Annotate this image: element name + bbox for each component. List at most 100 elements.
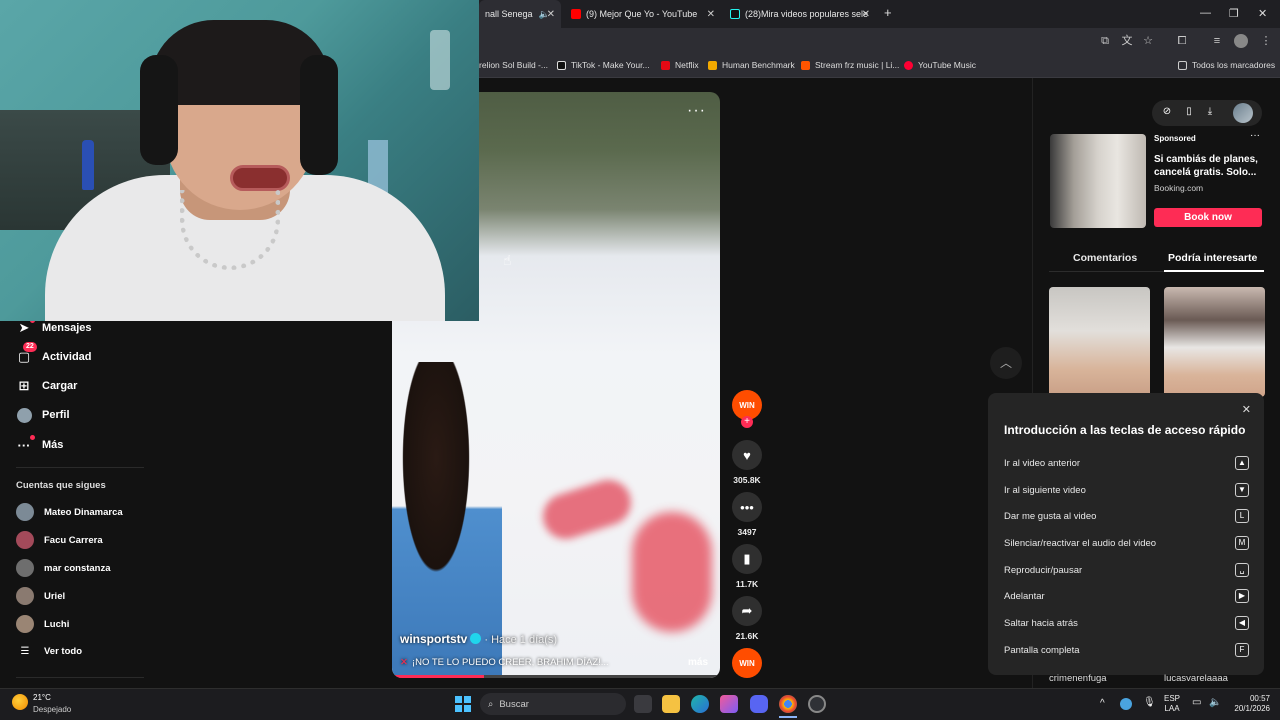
tab-youtube[interactable]: (9) Mejor Que Yo - YouTube ✕ <box>565 4 721 24</box>
close-icon[interactable]: ✕ <box>1242 403 1251 416</box>
bookmark-netflix[interactable]: Netflix <box>661 60 699 70</box>
restore-icon[interactable]: ❐ <box>1229 7 1239 20</box>
close-icon[interactable]: ✕ <box>707 9 715 20</box>
chevron-up-icon[interactable]: ^ <box>1100 699 1105 709</box>
bookmark-label: relion Sol Build -... <box>479 60 548 70</box>
avatar[interactable] <box>1233 103 1253 123</box>
person-mouth <box>230 165 290 191</box>
onedrive-icon[interactable] <box>1120 698 1132 710</box>
sidebar-item-messages[interactable]: ➤ Mensajes <box>16 318 92 336</box>
suggested-video-thumb[interactable] <box>1049 287 1150 397</box>
book-now-button[interactable]: Book now <box>1154 208 1262 227</box>
shortcuts-title: Introducción a las teclas de acceso rápi… <box>1004 423 1246 437</box>
weather-icon[interactable] <box>12 694 28 710</box>
save-count: 11.7K <box>735 579 759 589</box>
video-progress-bar[interactable] <box>392 675 720 678</box>
video-caption: ✕ ¡NO TE LO PUEDO CREER, BRAHIM DÍAZ!... <box>400 657 609 668</box>
volume-icon[interactable]: 🔈 <box>1209 698 1221 708</box>
edge-icon[interactable] <box>691 695 709 713</box>
photos-icon[interactable] <box>720 695 738 713</box>
sidebar-item-activity[interactable]: ▢ 22 Actividad <box>16 342 92 365</box>
more-options-icon[interactable]: ··· <box>687 102 706 120</box>
following-item[interactable]: mar constanza <box>16 559 111 577</box>
following-name: Uriel <box>44 590 66 602</box>
headphone-left <box>140 55 178 165</box>
new-tab-button[interactable]: + <box>884 5 892 20</box>
menu-icon[interactable]: ⋮ <box>1259 34 1273 48</box>
suggested-video-thumb[interactable] <box>1164 287 1265 397</box>
bookmark-label: TikTok - Make Your... <box>571 60 650 70</box>
task-view-icon[interactable] <box>634 695 652 713</box>
caption-text: ¡NO TE LO PUEDO CREER, BRAHIM DÍAZ!... <box>411 657 609 668</box>
like-button[interactable]: ♥ 305.8K <box>731 440 763 485</box>
close-icon[interactable]: ✕ <box>547 9 555 20</box>
shortcut-label: Adelantar <box>1004 591 1045 602</box>
install-icon[interactable]: ⧉ <box>1098 34 1112 48</box>
weather-temp[interactable]: 21°C <box>33 693 51 702</box>
minimize-icon[interactable]: — <box>1200 7 1211 19</box>
following-name: Mateo Dinamarca <box>44 506 123 518</box>
media-icon[interactable]: ≡ <box>1210 34 1224 48</box>
steam-icon[interactable] <box>808 695 826 713</box>
clock[interactable]: 00:57 20/1/2026 <box>1226 694 1270 714</box>
sidebar-item-profile[interactable]: Perfil <box>16 407 70 423</box>
save-button[interactable]: ▮ 11.7K <box>731 544 763 589</box>
sidebar-item-more[interactable]: ··· Más <box>16 435 64 453</box>
following-item[interactable]: Mateo Dinamarca <box>16 503 123 521</box>
translate-icon[interactable]: 文 <box>1120 34 1134 48</box>
sidebar-item-upload[interactable]: ⊞ Cargar <box>16 378 78 394</box>
see-all-link[interactable]: ☰ Ver todo <box>16 646 83 657</box>
suggested-author[interactable]: lucasvarelaaaa <box>1164 673 1228 684</box>
tab-suggestions[interactable]: Podría interesarte <box>1168 252 1257 264</box>
compass-icon[interactable]: ⊘ <box>1160 106 1174 117</box>
window-close-icon[interactable]: ✕ <box>1258 7 1267 20</box>
bookmark-soundcloud[interactable]: Stream frz music | Li... <box>801 60 899 70</box>
ad-title[interactable]: Si cambiás de planes, cancelá gratis. So… <box>1154 153 1260 179</box>
star-icon[interactable]: ☆ <box>1141 34 1155 48</box>
all-bookmarks[interactable]: Todos los marcadores <box>1178 60 1275 70</box>
chrome-icon[interactable] <box>779 695 797 713</box>
bookmark-youtube-music[interactable]: YouTube Music <box>904 60 976 70</box>
bookmark-human-benchmark[interactable]: Human Benchmark <box>708 60 795 70</box>
ad-more-icon[interactable]: ··· <box>1250 130 1260 141</box>
bookmark-tiktok[interactable]: TikTok - Make Your... <box>557 60 650 70</box>
file-explorer-icon[interactable] <box>662 695 680 713</box>
close-icon[interactable]: ✕ <box>862 9 870 20</box>
following-item[interactable]: Facu Carrera <box>16 531 103 549</box>
creator-avatar[interactable]: WIN + <box>731 390 763 428</box>
shortcut-row: Ir al video anterior ▲ <box>1004 456 1249 470</box>
phone-icon[interactable]: ▯ <box>1182 106 1196 117</box>
more-link[interactable]: más <box>688 657 708 668</box>
network-icon[interactable]: ▭ <box>1192 698 1201 708</box>
windows-start-icon[interactable] <box>455 696 471 712</box>
start-tile <box>464 705 471 712</box>
search-icon: ⌕ <box>488 698 494 710</box>
download-icon[interactable]: ⤓ <box>1203 106 1217 117</box>
ad-image[interactable] <box>1050 134 1146 228</box>
following-item[interactable]: Uriel <box>16 587 65 605</box>
list-icon: ☰ <box>20 646 30 657</box>
taskbar-search[interactable]: ⌕ Buscar <box>480 693 626 715</box>
video-author[interactable]: winsportstv · Hace 1 día(s) <box>400 632 557 646</box>
follow-plus-icon[interactable]: + <box>741 416 753 428</box>
tab-tiktok[interactable]: (28)Mira videos populares sele ✕ <box>724 4 876 24</box>
discord-icon[interactable] <box>750 695 768 713</box>
sound-disc[interactable]: WIN <box>731 648 763 678</box>
extensions-icon[interactable]: ⧠ <box>1175 34 1189 48</box>
share-button[interactable]: ➦ 21.6K <box>731 596 763 641</box>
language-indicator[interactable]: ESP LAA <box>1164 694 1180 714</box>
tiktok-icon <box>557 60 566 70</box>
sidebar-item-label: Más <box>42 439 64 451</box>
profile-avatar-icon[interactable] <box>1234 34 1248 48</box>
bookmark-icon: ▮ <box>732 544 762 574</box>
tab-comments[interactable]: Comentarios <box>1073 252 1137 264</box>
tab-senegal[interactable]: nall Senega 🔈 ✕ <box>479 0 561 28</box>
bookmark-1[interactable]: relion Sol Build -... <box>479 60 548 70</box>
microphone-icon[interactable]: 🎙 <box>1143 698 1156 708</box>
shortcut-label: Pantalla completa <box>1004 645 1080 656</box>
active-app-indicator <box>779 716 797 718</box>
scroll-up-button[interactable]: ︿ <box>990 347 1022 379</box>
comment-button[interactable]: ••• 3497 <box>731 492 763 537</box>
suggested-author[interactable]: crimenenfuga <box>1049 673 1107 684</box>
following-item[interactable]: Luchi <box>16 615 69 633</box>
